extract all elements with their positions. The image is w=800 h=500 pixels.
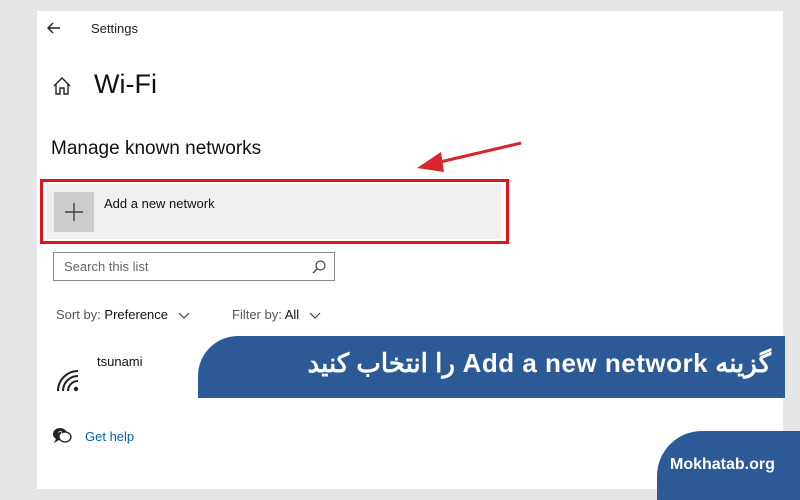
- sort-dropdown[interactable]: Sort by: Preference: [56, 307, 190, 322]
- sort-label: Sort by:: [56, 307, 101, 322]
- watermark-text: Mokhatab.org: [670, 456, 775, 473]
- chevron-down-icon: [309, 312, 321, 319]
- section-title: Manage known networks: [51, 138, 262, 159]
- instruction-banner: گزینه Add a new network را انتخاب کنید: [198, 336, 785, 398]
- network-item-name[interactable]: tsunami: [97, 354, 143, 369]
- title-bar: Settings: [37, 11, 783, 47]
- filter-dropdown[interactable]: Filter by: All: [232, 307, 321, 322]
- settings-window: Settings Wi-Fi Manage known networks Add…: [37, 11, 783, 489]
- home-icon: [53, 77, 71, 95]
- filter-label: Filter by:: [232, 307, 282, 322]
- svg-text:?: ?: [58, 430, 63, 439]
- search-field[interactable]: [53, 252, 335, 281]
- wifi-icon: [57, 370, 79, 392]
- search-icon[interactable]: [311, 259, 327, 275]
- search-input[interactable]: [54, 253, 314, 280]
- filter-value: All: [284, 307, 300, 322]
- banner-text: گزینه Add a new network را انتخاب کنید: [307, 348, 771, 378]
- app-title: Settings: [91, 21, 138, 36]
- help-icon: ?: [53, 428, 72, 443]
- chevron-down-icon: [178, 312, 190, 319]
- highlight-box: [40, 179, 509, 244]
- get-help-link[interactable]: Get help: [85, 429, 134, 444]
- sort-value: Preference: [104, 307, 169, 322]
- back-arrow-icon[interactable]: [43, 17, 65, 39]
- page-title: Wi-Fi: [94, 69, 157, 99]
